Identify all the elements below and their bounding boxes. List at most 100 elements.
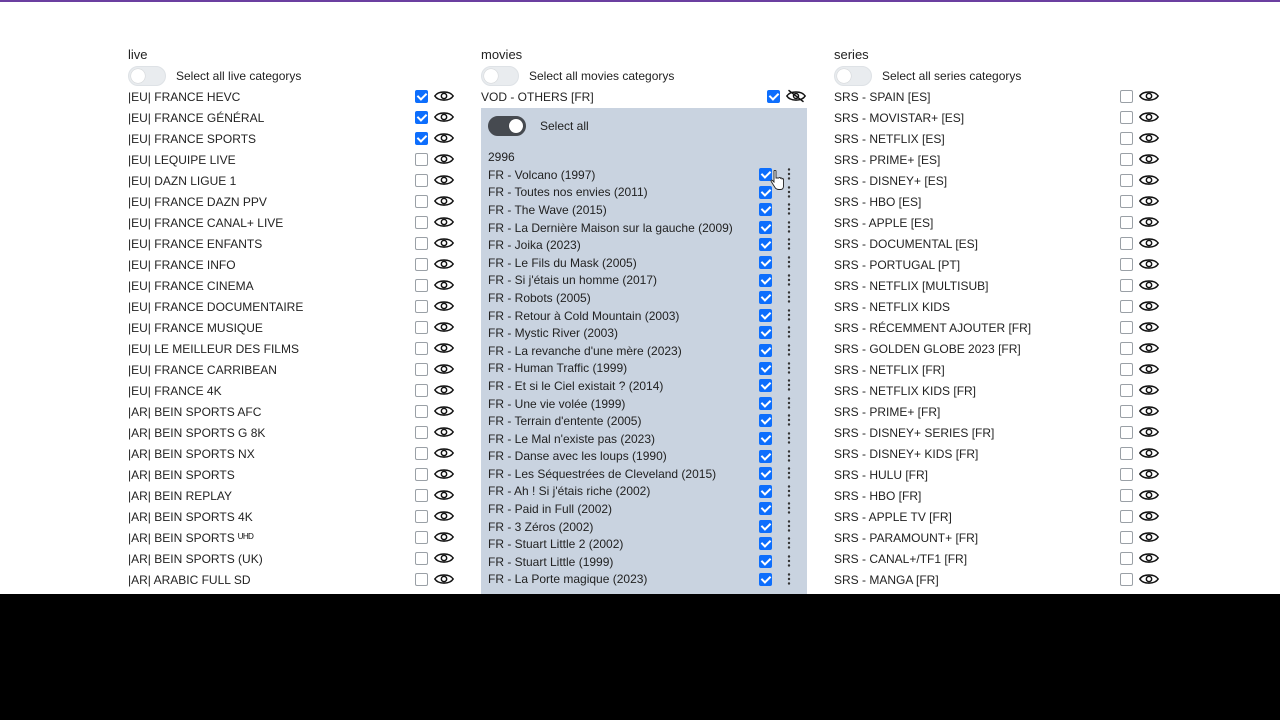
eye-icon[interactable] bbox=[1139, 488, 1159, 502]
kebab-menu-icon[interactable] bbox=[784, 536, 794, 550]
live-category-row[interactable]: |EU| FRANCE MUSIQUE bbox=[128, 317, 456, 338]
kebab-menu-icon[interactable] bbox=[784, 185, 794, 199]
kebab-menu-icon[interactable] bbox=[784, 290, 794, 304]
kebab-menu-icon[interactable] bbox=[784, 378, 794, 392]
movie-checkbox[interactable] bbox=[759, 361, 772, 375]
series-category-row[interactable]: SRS - MANGA [FR] bbox=[834, 569, 1160, 590]
eye-icon[interactable] bbox=[1139, 320, 1159, 334]
movies-category-row[interactable]: VOD - OTHERS [FR] bbox=[481, 86, 808, 107]
eye-icon[interactable] bbox=[1139, 446, 1159, 460]
movie-row[interactable]: FR - Si j'étais un homme (2017) bbox=[488, 272, 800, 290]
series-category-checkbox[interactable] bbox=[1120, 258, 1133, 271]
live-category-row[interactable]: |AR| BEIN SPORTS 4K bbox=[128, 506, 456, 527]
kebab-menu-icon[interactable] bbox=[784, 413, 794, 427]
eye-icon[interactable] bbox=[1139, 173, 1159, 187]
series-category-row[interactable]: SRS - CANAL+/TF1 [FR] bbox=[834, 548, 1160, 569]
series-category-checkbox[interactable] bbox=[1120, 132, 1133, 145]
series-category-checkbox[interactable] bbox=[1120, 111, 1133, 124]
eye-icon[interactable] bbox=[434, 446, 454, 460]
series-category-checkbox[interactable] bbox=[1120, 468, 1133, 481]
movie-checkbox[interactable] bbox=[759, 519, 772, 533]
movie-checkbox[interactable] bbox=[759, 308, 772, 322]
live-category-row[interactable]: |EU| FRANCE SPORTS bbox=[128, 128, 456, 149]
eye-icon[interactable] bbox=[1139, 299, 1159, 313]
live-category-row[interactable]: |AR| BEIN SPORTS ᵁᴴᴰ bbox=[128, 527, 456, 548]
eye-icon[interactable] bbox=[434, 320, 454, 334]
series-category-checkbox[interactable] bbox=[1120, 489, 1133, 502]
series-category-checkbox[interactable] bbox=[1120, 573, 1133, 586]
series-category-checkbox[interactable] bbox=[1120, 90, 1133, 103]
series-category-checkbox[interactable] bbox=[1120, 216, 1133, 229]
series-category-row[interactable]: SRS - HBO [ES] bbox=[834, 191, 1160, 212]
live-category-row[interactable]: |EU| FRANCE CARRIBEAN bbox=[128, 359, 456, 380]
kebab-menu-icon[interactable] bbox=[784, 519, 794, 533]
series-category-row[interactable]: SRS - NETFLIX [FR] bbox=[834, 359, 1160, 380]
movie-row[interactable]: FR - La Porte magique (2023) bbox=[488, 571, 800, 589]
series-category-row[interactable]: SRS - PARAMOUNT+ [FR] bbox=[834, 527, 1160, 548]
movie-row[interactable]: FR - Retour à Cold Mountain (2003) bbox=[488, 307, 800, 325]
kebab-menu-icon[interactable] bbox=[784, 220, 794, 234]
movie-checkbox[interactable] bbox=[759, 379, 772, 393]
live-category-checkbox[interactable] bbox=[415, 489, 428, 502]
eye-icon[interactable] bbox=[434, 341, 454, 355]
live-category-checkbox[interactable] bbox=[415, 321, 428, 334]
movie-checkbox[interactable] bbox=[759, 467, 772, 481]
movie-checkbox[interactable] bbox=[759, 220, 772, 234]
live-category-checkbox[interactable] bbox=[415, 573, 428, 586]
eye-icon[interactable] bbox=[434, 173, 454, 187]
series-category-checkbox[interactable] bbox=[1120, 321, 1133, 334]
movie-row[interactable]: FR - Toutes nos envies (2011) bbox=[488, 184, 800, 202]
movie-checkbox[interactable] bbox=[759, 555, 772, 569]
live-category-row[interactable]: |AR| BEIN SPORTS NX bbox=[128, 443, 456, 464]
series-category-checkbox[interactable] bbox=[1120, 384, 1133, 397]
series-category-row[interactable]: SRS - DISNEY+ [ES] bbox=[834, 170, 1160, 191]
eye-icon[interactable] bbox=[1139, 425, 1159, 439]
kebab-menu-icon[interactable] bbox=[784, 167, 794, 181]
live-category-row[interactable]: |EU| FRANCE GÉNÉRAL bbox=[128, 107, 456, 128]
kebab-menu-icon[interactable] bbox=[784, 484, 794, 498]
series-category-checkbox[interactable] bbox=[1120, 195, 1133, 208]
series-category-checkbox[interactable] bbox=[1120, 363, 1133, 376]
live-category-row[interactable]: |AR| BEIN REPLAY bbox=[128, 485, 456, 506]
live-category-checkbox[interactable] bbox=[415, 468, 428, 481]
kebab-menu-icon[interactable] bbox=[784, 237, 794, 251]
series-category-row[interactable]: SRS - DISNEY+ KIDS [FR] bbox=[834, 443, 1160, 464]
live-category-row[interactable]: |AR| BEIN SPORTS bbox=[128, 464, 456, 485]
eye-icon[interactable] bbox=[1139, 215, 1159, 229]
eye-icon[interactable] bbox=[434, 551, 454, 565]
eye-icon[interactable] bbox=[1139, 383, 1159, 397]
eye-icon[interactable] bbox=[434, 278, 454, 292]
live-category-row[interactable]: |AR| BEIN SPORTS (UK) bbox=[128, 548, 456, 569]
series-category-row[interactable]: SRS - APPLE TV [FR] bbox=[834, 506, 1160, 527]
movie-checkbox[interactable] bbox=[759, 185, 772, 199]
live-select-all-toggle[interactable] bbox=[128, 65, 166, 86]
movie-row[interactable]: FR - The Wave (2015) bbox=[488, 201, 800, 219]
live-category-checkbox[interactable] bbox=[415, 132, 428, 145]
movie-row[interactable]: FR - Terrain d'entente (2005) bbox=[488, 412, 800, 430]
kebab-menu-icon[interactable] bbox=[784, 431, 794, 445]
movie-checkbox[interactable] bbox=[759, 238, 772, 252]
movie-row[interactable]: FR - Danse avec les loups (1990) bbox=[488, 448, 800, 466]
movie-checkbox[interactable] bbox=[759, 484, 772, 498]
series-category-row[interactable]: SRS - NETFLIX KIDS bbox=[834, 296, 1160, 317]
kebab-menu-icon[interactable] bbox=[784, 466, 794, 480]
live-category-row[interactable]: |EU| FRANCE 4K bbox=[128, 380, 456, 401]
live-category-row[interactable]: |EU| FRANCE CANAL+ LIVE bbox=[128, 212, 456, 233]
live-category-checkbox[interactable] bbox=[415, 153, 428, 166]
eye-icon[interactable] bbox=[434, 299, 454, 313]
live-category-row[interactable]: |EU| FRANCE ENFANTS bbox=[128, 233, 456, 254]
eye-icon[interactable] bbox=[434, 383, 454, 397]
live-category-checkbox[interactable] bbox=[415, 426, 428, 439]
eye-icon[interactable] bbox=[1139, 572, 1159, 586]
live-category-checkbox[interactable] bbox=[415, 510, 428, 523]
series-category-row[interactable]: SRS - SPAIN [ES] bbox=[834, 86, 1160, 107]
kebab-menu-icon[interactable] bbox=[784, 396, 794, 410]
series-category-checkbox[interactable] bbox=[1120, 531, 1133, 544]
kebab-menu-icon[interactable] bbox=[784, 572, 794, 586]
series-category-row[interactable]: SRS - NETFLIX KIDS [FR] bbox=[834, 380, 1160, 401]
kebab-menu-icon[interactable] bbox=[784, 449, 794, 463]
live-category-checkbox[interactable] bbox=[415, 216, 428, 229]
eye-icon[interactable] bbox=[434, 131, 454, 145]
live-category-checkbox[interactable] bbox=[415, 552, 428, 565]
series-category-checkbox[interactable] bbox=[1120, 174, 1133, 187]
